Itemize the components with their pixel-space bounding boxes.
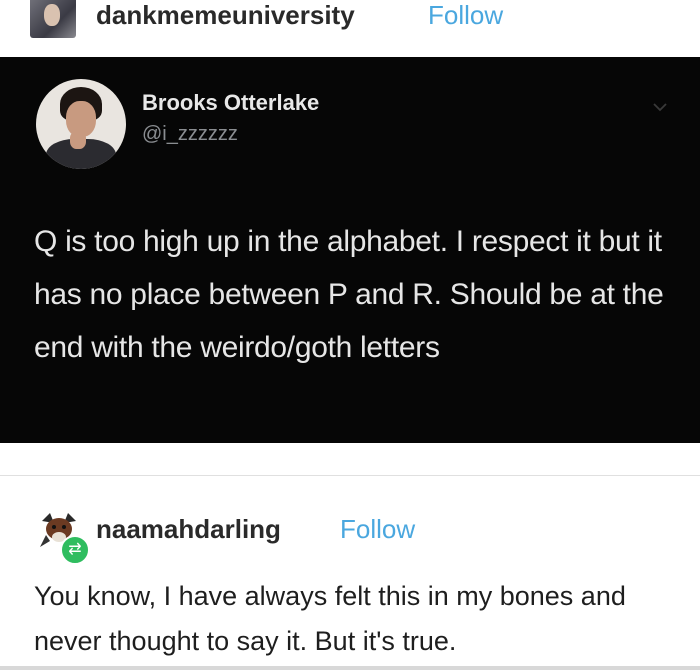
tweet-avatar: [36, 79, 126, 169]
reblog-username[interactable]: naamahdarling: [96, 514, 281, 545]
bottom-border: [0, 666, 700, 670]
reblog-icon: ⇄: [60, 535, 90, 565]
tweet-text: Q is too high up in the alphabet. I resp…: [34, 225, 664, 364]
user-avatar[interactable]: [30, 0, 76, 38]
post-username[interactable]: dankmemeuniversity: [96, 0, 355, 30]
follow-button[interactable]: Follow: [428, 0, 503, 30]
tweet-display-name: Brooks Otterlake: [142, 90, 320, 115]
post-header: dankmemeuniversity Follow: [0, 0, 700, 52]
tweet-screenshot: Brooks Otterlake @i_zzzzzz Q is too high…: [0, 57, 700, 443]
chevron-down-icon: [653, 103, 667, 112]
reblog-follow-button[interactable]: Follow: [340, 514, 415, 545]
divider: [0, 475, 700, 476]
tweet-handle: @i_zzzzzz: [142, 123, 238, 145]
reblog-text: You know, I have always felt this in my …: [34, 581, 626, 656]
